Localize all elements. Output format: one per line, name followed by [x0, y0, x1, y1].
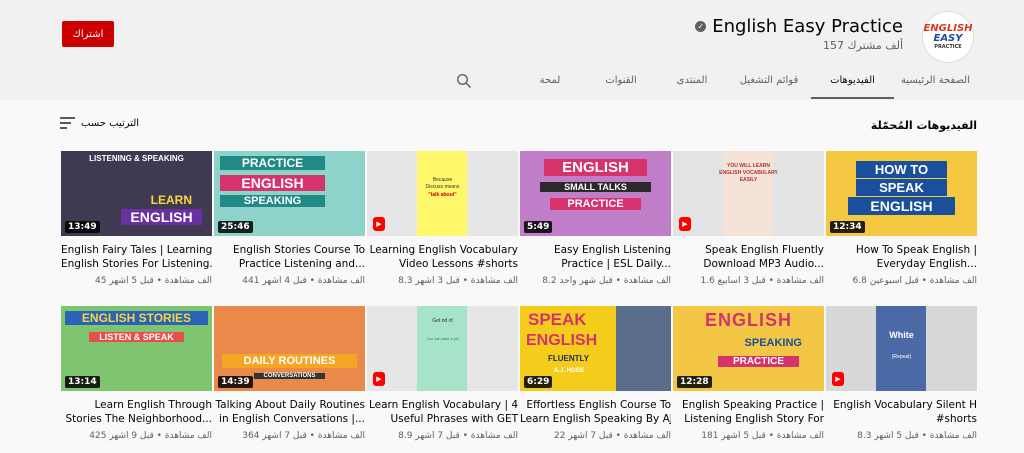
video-card[interactable]: Get rid of You can take a pill ▶ Learn E…: [367, 306, 518, 441]
video-meta: 1.6 ألف مشاهدة • قبل 3 أسابيع: [700, 276, 824, 286]
duration-badge: 13:14: [65, 376, 100, 388]
tab-home[interactable]: الصفحة الرئيسية: [894, 71, 977, 99]
video-card[interactable]: ENGLISH SMALL TALKS PRACTICE 5:49 Easy E…: [520, 151, 671, 286]
tab-playlists[interactable]: قوائم التشغيل: [727, 71, 811, 99]
video-title[interactable]: Effortless English Course To Learn Englis…: [520, 398, 671, 426]
duration-badge: 14:39: [218, 376, 253, 388]
section-title: الفيديوهات المُحمّلة: [870, 119, 977, 132]
video-card[interactable]: PRACTICE ENGLISH SPEAKING 25:46 English …: [214, 151, 365, 286]
video-title[interactable]: English Stories Course To Practice Listen…: [214, 243, 365, 271]
video-meta: 45 ألف مشاهدة • قبل 5 أشهر: [94, 276, 212, 286]
video-thumbnail[interactable]: YOU WILL LEARN ENGLISH VOCABULARY EASILY…: [673, 151, 824, 236]
shorts-icon: ▶: [373, 372, 385, 386]
video-thumbnail[interactable]: ENGLISH SMALL TALKS PRACTICE 5:49: [520, 151, 671, 236]
video-card[interactable]: Because Discuss means "talk about" ▶ Lea…: [367, 151, 518, 286]
video-thumbnail[interactable]: HOW TO SPEAK ENGLISH 12:34: [826, 151, 977, 236]
video-title[interactable]: Learning English Vocabulary Video Lessons…: [367, 243, 518, 271]
channel-name: English Easy Practice: [712, 16, 903, 37]
video-title[interactable]: Learn English Vocabulary | 4 Useful Phras…: [367, 398, 518, 426]
video-title[interactable]: English Speaking Practice | Listening Eng…: [673, 398, 824, 426]
channel-avatar[interactable]: ENGLISH EASY PRACTICE: [922, 11, 974, 63]
video-card[interactable]: SPEAK ENGLISH FLUENTLY A.J. HOGE 6:29 Ef…: [520, 306, 671, 441]
video-thumbnail[interactable]: LISTENING & SPEAKING LEARN ENGLISH 13:49: [61, 151, 212, 236]
video-meta: 6.8 ألف مشاهدة • قبل أسبوعين: [852, 276, 977, 286]
video-thumbnail[interactable]: DAILY ROUTINES CONVERSATIONS 14:39: [214, 306, 365, 391]
video-card[interactable]: DAILY ROUTINES CONVERSATIONS 14:39 Talki…: [214, 306, 365, 441]
avatar-text-easy: EASY: [933, 33, 963, 44]
duration-badge: 12:34: [830, 221, 865, 233]
channel-header: ENGLISH EASY PRACTICE ✓ English Easy Pra…: [0, 0, 1024, 100]
subscribe-button[interactable]: اشتراك: [62, 21, 114, 47]
duration-badge: 13:49: [65, 221, 100, 233]
video-thumbnail[interactable]: White (Repeat) ▶: [826, 306, 977, 391]
shorts-icon: ▶: [373, 217, 385, 231]
channel-tabs: الصفحة الرئيسية الفيديوهات قوائم التشغيل…: [515, 71, 977, 99]
verified-icon: ✓: [695, 21, 707, 32]
video-meta: 22 ألف مشاهدة • قبل 7 أشهر: [553, 431, 671, 441]
video-title[interactable]: English Fairy Tales | Learning English St…: [61, 243, 212, 271]
video-meta: 8.3 ألف مشاهدة • قبل 5 أشهر: [857, 431, 977, 441]
video-title[interactable]: English Vocabulary Silent H #shorts: [826, 398, 977, 426]
video-thumbnail[interactable]: ENGLISH STORIES LISTEN & SPEAK 13:14: [61, 306, 212, 391]
tab-videos[interactable]: الفيديوهات: [811, 71, 894, 99]
video-card[interactable]: White (Repeat) ▶ English Vocabulary Sile…: [826, 306, 977, 441]
video-card[interactable]: HOW TO SPEAK ENGLISH 12:34 How To Speak …: [826, 151, 977, 286]
video-card[interactable]: LISTENING & SPEAKING LEARN ENGLISH 13:49…: [61, 151, 212, 286]
video-meta: 425 ألف مشاهدة • قبل 9 أشهر: [89, 431, 212, 441]
video-thumbnail[interactable]: SPEAK ENGLISH FLUENTLY A.J. HOGE 6:29: [520, 306, 671, 391]
sort-label: الترتيب حسب: [81, 117, 140, 129]
video-title[interactable]: Speak English Fluently Download MP3 Audio…: [673, 243, 824, 271]
video-meta: 8.2 ألف مشاهدة • قبل شهر واحد: [542, 276, 671, 286]
duration-badge: 5:49: [524, 221, 553, 233]
video-thumbnail[interactable]: ENGLISH SPEAKING PRACTICE 12:28: [673, 306, 824, 391]
video-card[interactable]: YOU WILL LEARN ENGLISH VOCABULARY EASILY…: [673, 151, 824, 286]
video-thumbnail[interactable]: Get rid of You can take a pill ▶: [367, 306, 518, 391]
video-meta: 181 ألف مشاهدة • قبل 5 أشهر: [701, 431, 824, 441]
tab-channels[interactable]: القنوات: [585, 71, 657, 99]
video-thumbnail[interactable]: Because Discuss means "talk about" ▶: [367, 151, 518, 236]
shorts-icon: ▶: [679, 217, 691, 231]
video-card[interactable]: ENGLISH STORIES LISTEN & SPEAK 13:14 Lea…: [61, 306, 212, 441]
subscriber-count: 157 ألف مشترك: [823, 39, 903, 52]
sort-icon: [60, 117, 75, 129]
video-meta: 8.9 ألف مشاهدة • قبل 7 أشهر: [398, 431, 518, 441]
video-thumbnail[interactable]: PRACTICE ENGLISH SPEAKING 25:46: [214, 151, 365, 236]
video-meta: 8.3 ألف مشاهدة • قبل 3 أشهر: [398, 276, 518, 286]
channel-title: ✓ English Easy Practice: [695, 16, 903, 37]
duration-badge: 25:46: [218, 221, 253, 233]
video-card[interactable]: ENGLISH SPEAKING PRACTICE 12:28 English …: [673, 306, 824, 441]
shorts-icon: ▶: [832, 372, 844, 386]
tab-about[interactable]: لمحة: [515, 71, 585, 99]
video-title[interactable]: Learn English Through Stories The Neighbo…: [61, 398, 212, 426]
avatar-text-practice: PRACTICE: [934, 44, 962, 50]
duration-badge: 6:29: [524, 376, 553, 388]
tab-community[interactable]: المنتدى: [657, 71, 727, 99]
video-title[interactable]: How To Speak English | Everyday English..…: [826, 243, 977, 271]
video-title[interactable]: Easy English Listening Practice | ESL Dai…: [520, 243, 671, 271]
duration-badge: 12:28: [677, 376, 712, 388]
search-icon[interactable]: [456, 73, 472, 89]
video-meta: 441 ألف مشاهدة • قبل 4 أشهر: [242, 276, 365, 286]
video-title[interactable]: Talking About Daily Routines in English C…: [214, 398, 366, 426]
sort-button[interactable]: الترتيب حسب: [60, 117, 139, 129]
video-meta: 364 ألف مشاهدة • قبل 7 أشهر: [242, 431, 365, 441]
